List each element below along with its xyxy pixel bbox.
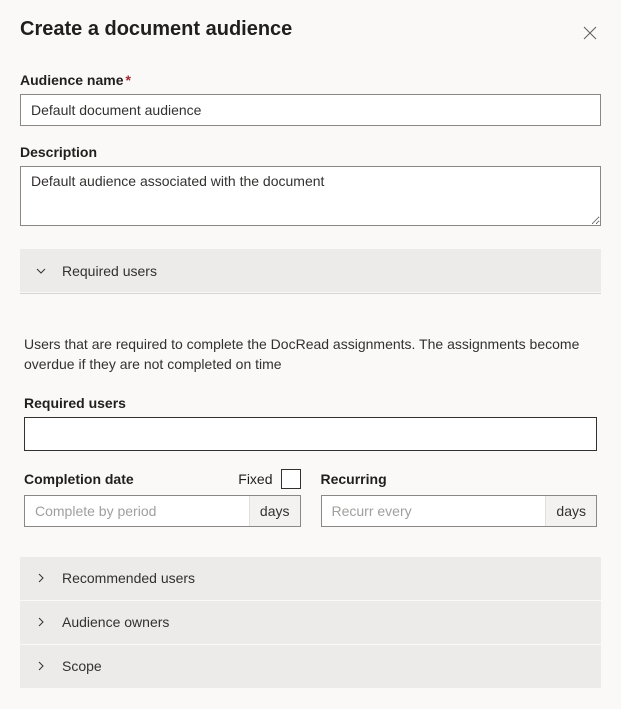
fixed-checkbox-wrap: Fixed xyxy=(238,469,300,489)
audience-name-label-text: Audience name xyxy=(20,72,123,88)
section-required-users-body: Users that are required to complete the … xyxy=(20,314,601,551)
completion-date-field: Completion date Fixed days xyxy=(24,469,301,527)
completion-period-input-wrap: days xyxy=(24,495,301,527)
audience-name-field: Audience name* xyxy=(20,72,601,126)
recurring-suffix: days xyxy=(545,496,596,526)
audience-name-label: Audience name* xyxy=(20,72,601,88)
required-asterisk: * xyxy=(125,72,130,88)
description-input[interactable]: Default audience associated with the doc… xyxy=(20,166,601,226)
completion-date-label: Completion date xyxy=(24,471,134,487)
fixed-label: Fixed xyxy=(238,471,272,487)
section-scope-header[interactable]: Scope xyxy=(20,645,601,689)
completion-recurring-row: Completion date Fixed days Recurring xyxy=(24,469,597,527)
section-audience-owners-title: Audience owners xyxy=(62,614,169,630)
chevron-down-icon xyxy=(34,264,48,278)
recurring-label: Recurring xyxy=(321,471,387,487)
fixed-checkbox[interactable] xyxy=(281,469,301,489)
chevron-right-icon xyxy=(34,571,48,585)
section-recommended-users-title: Recommended users xyxy=(62,570,195,586)
description-field: Description Default audience associated … xyxy=(20,144,601,231)
section-recommended-users-header[interactable]: Recommended users xyxy=(20,557,601,601)
chevron-right-icon xyxy=(34,659,48,673)
audience-name-input[interactable] xyxy=(20,94,601,126)
recurring-field: Recurring days xyxy=(321,469,598,527)
chevron-right-icon xyxy=(34,615,48,629)
required-users-input[interactable] xyxy=(24,417,597,451)
collapsed-sections: Recommended users Audience owners Scope xyxy=(20,557,601,689)
section-required-users-header[interactable]: Required users xyxy=(20,249,601,293)
required-users-label: Required users xyxy=(24,395,597,411)
close-button[interactable] xyxy=(579,22,601,44)
create-audience-panel: Create a document audience Audience name… xyxy=(0,0,621,709)
recurring-input[interactable] xyxy=(322,496,546,526)
completion-period-suffix: days xyxy=(249,496,300,526)
required-users-help: Users that are required to complete the … xyxy=(24,334,597,375)
completion-period-input[interactable] xyxy=(25,496,249,526)
close-icon xyxy=(583,26,597,40)
panel-title: Create a document audience xyxy=(20,18,292,41)
description-label: Description xyxy=(20,144,601,160)
recurring-input-wrap: days xyxy=(321,495,598,527)
section-required-users-title: Required users xyxy=(62,263,157,279)
section-divider xyxy=(20,293,601,294)
section-scope-title: Scope xyxy=(62,658,102,674)
section-audience-owners-header[interactable]: Audience owners xyxy=(20,601,601,645)
panel-header: Create a document audience xyxy=(20,18,601,44)
